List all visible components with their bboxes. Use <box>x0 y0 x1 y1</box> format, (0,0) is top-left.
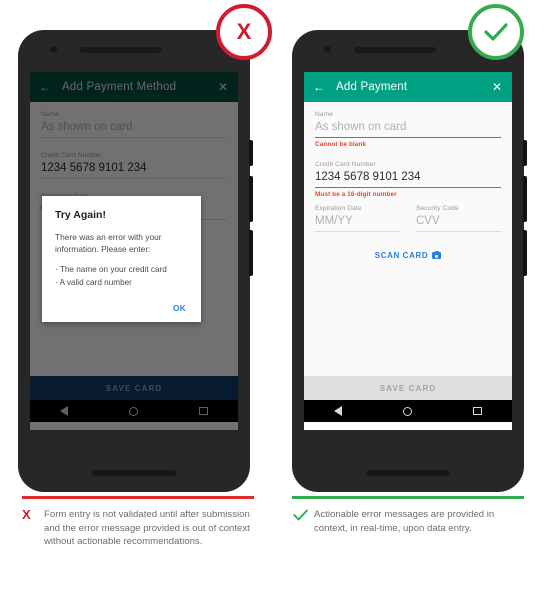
nav-back-icon[interactable] <box>334 406 343 416</box>
close-icon[interactable]: ✕ <box>492 81 502 93</box>
scan-card-label: SCAN CARD <box>374 251 429 261</box>
dialog-ok-button[interactable]: OK <box>55 303 188 313</box>
android-navbar-left <box>30 400 238 422</box>
phone-hardware-bottom <box>92 470 176 476</box>
scan-card-button[interactable]: SCAN CARD <box>315 250 501 261</box>
field-label: Name <box>41 111 59 118</box>
screen-bad-example: ← Add Payment Method ✕ Name As shown on … <box>30 72 238 430</box>
volume-down-button[interactable] <box>523 230 527 276</box>
power-button[interactable] <box>249 140 253 166</box>
error-dialog: Try Again! There was an error with your … <box>42 196 201 322</box>
nav-home-icon[interactable] <box>403 406 413 416</box>
bad-example-badge: X <box>216 4 272 60</box>
field-underline-error <box>315 187 501 189</box>
screen-good-example: ← Add Payment ✕ Name As shown on card Ca… <box>304 72 512 430</box>
front-camera-icon <box>324 46 331 53</box>
save-card-button[interactable]: SAVE CARD <box>30 376 238 400</box>
field-underline <box>41 137 227 138</box>
phone-frame-good-example: ← Add Payment ✕ Name As shown on card Ca… <box>292 30 527 492</box>
field-error-message: Cannot be blank <box>315 141 367 149</box>
security-code-input[interactable]: CVV <box>416 215 501 231</box>
power-button[interactable] <box>523 140 527 166</box>
front-camera-icon <box>50 46 57 53</box>
field-label: Security Code <box>416 205 459 213</box>
back-arrow-icon[interactable]: ← <box>39 81 51 93</box>
earpiece-speaker-icon <box>80 46 162 53</box>
page-title: Add Payment <box>336 81 408 93</box>
checkmark-icon <box>484 23 508 41</box>
volume-up-button[interactable] <box>249 176 253 222</box>
name-input[interactable]: As shown on card <box>41 121 227 137</box>
credit-card-number-input[interactable]: 1234 5678 9101 234 <box>315 171 501 187</box>
field-label: Expiration Date <box>315 205 362 213</box>
appbar-right: ← Add Payment ✕ <box>304 72 512 102</box>
dialog-title: Try Again! <box>55 209 106 221</box>
field-underline <box>416 231 501 233</box>
field-underline-error <box>315 137 501 139</box>
phone-hardware-bottom <box>366 470 450 476</box>
field-label: Credit Card Number <box>315 161 376 169</box>
nav-home-icon[interactable] <box>129 406 139 416</box>
caption-good-example: Actionable error messages are provided i… <box>292 496 524 535</box>
field-name: Name As shown on card <box>41 111 227 138</box>
phone-frame-bad-example: ← Add Payment Method ✕ Name As shown on … <box>18 30 253 492</box>
caption-divider <box>292 496 524 499</box>
field-name: Name As shown on card Cannot be blank <box>315 111 501 148</box>
save-card-button[interactable]: SAVE CARD <box>304 376 512 400</box>
caption-divider <box>22 496 254 499</box>
back-arrow-icon[interactable]: ← <box>313 81 325 93</box>
android-navbar-right <box>304 400 512 422</box>
list-item: · The name on your credit card <box>55 265 167 275</box>
field-credit-card-number: Credit Card Number 1234 5678 9101 234 Mu… <box>315 161 501 198</box>
field-underline <box>41 178 227 179</box>
caption-bad-example: X Form entry is not validated until afte… <box>22 496 254 549</box>
page-title: Add Payment Method <box>62 81 177 93</box>
field-label: Credit Card Number <box>41 152 102 159</box>
credit-card-number-input[interactable]: 1234 5678 9101 234 <box>41 162 227 178</box>
field-underline <box>315 231 400 233</box>
expiration-date-input[interactable]: MM/YY <box>315 215 400 231</box>
caption-text: Actionable error messages are provided i… <box>314 509 495 534</box>
earpiece-speaker-icon <box>354 46 436 53</box>
volume-down-button[interactable] <box>249 230 253 276</box>
nav-recent-icon[interactable] <box>473 406 482 416</box>
dialog-message: There was an error with your information… <box>55 232 162 255</box>
field-credit-card-number: Credit Card Number 1234 5678 9101 234 <box>41 152 227 179</box>
form-body-right: Name As shown on card Cannot be blank Cr… <box>304 102 512 376</box>
x-mark-icon: X <box>22 507 31 522</box>
name-input[interactable]: As shown on card <box>315 121 501 137</box>
comparison-stage: ← Add Payment Method ✕ Name As shown on … <box>0 0 550 600</box>
appbar-left: ← Add Payment Method ✕ <box>30 72 238 102</box>
nav-back-icon[interactable] <box>60 406 69 416</box>
caption-text: Form entry is not validated until after … <box>44 509 250 548</box>
phone-hardware-top <box>18 44 250 54</box>
x-mark-icon: X <box>236 19 252 44</box>
good-example-badge <box>468 4 524 60</box>
field-row: Expiration Date MM/YY Security Code CVV <box>315 205 501 233</box>
field-security-code: Security Code CVV <box>416 205 501 233</box>
list-item: · A valid card number <box>55 277 132 287</box>
field-expiration-date: Expiration Date MM/YY <box>315 205 400 233</box>
close-icon[interactable]: ✕ <box>218 81 228 93</box>
camera-icon <box>432 250 442 260</box>
dialog-bullet-list: · The name on your credit card · A valid… <box>55 264 188 289</box>
nav-recent-icon[interactable] <box>199 406 208 416</box>
field-error-message: Must be a 16-digit number <box>315 191 397 199</box>
checkmark-icon-wrap <box>292 508 314 535</box>
volume-up-button[interactable] <box>523 176 527 222</box>
field-label: Name <box>315 111 333 118</box>
checkmark-icon <box>293 509 308 521</box>
